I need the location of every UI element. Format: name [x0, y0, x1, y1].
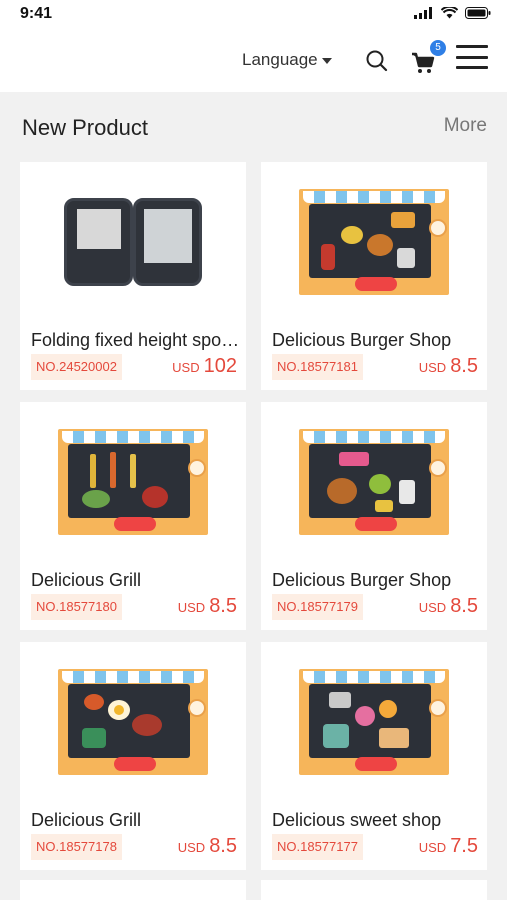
product-sku: NO.18577177: [272, 834, 363, 860]
toy-box-image: [299, 429, 449, 535]
toy-box-image: [58, 669, 208, 775]
product-name: Folding fixed height sports gloss oil ma…: [31, 330, 241, 350]
language-selector[interactable]: Language: [242, 50, 332, 70]
product-price: USD 102: [172, 355, 237, 378]
status-time: 9:41: [20, 5, 53, 22]
search-button[interactable]: [364, 48, 390, 74]
price-currency: USD: [177, 600, 206, 615]
product-card[interactable]: Delicious Grill NO.18577180 USD 8.5: [20, 402, 246, 630]
product-sku: NO.24520002: [31, 354, 122, 380]
product-name: Delicious sweet shop: [272, 810, 442, 830]
price-currency: USD: [418, 360, 447, 375]
status-icons: [414, 7, 491, 19]
product-sku: NO.18577181: [272, 354, 363, 380]
product-sku: NO.18577180: [31, 594, 122, 620]
product-image: [20, 402, 246, 562]
product-image: [20, 642, 246, 802]
product-image: [20, 162, 246, 322]
product-card[interactable]: Folding fixed height sports gloss oil ma…: [20, 162, 246, 390]
section-title: New Product: [22, 115, 148, 140]
product-name: Delicious Burger Shop: [272, 570, 452, 590]
status-bar: 9:41: [0, 0, 507, 28]
product-price: USD 7.5: [419, 835, 478, 858]
menu-line: [456, 55, 488, 59]
wifi-icon: [441, 7, 458, 19]
product-card[interactable]: [261, 880, 487, 900]
price-value: 8.5: [209, 595, 237, 617]
price-currency: USD: [177, 840, 206, 855]
price-currency: USD: [418, 600, 447, 615]
product-price: USD 8.5: [178, 835, 237, 858]
product-price: USD 8.5: [419, 595, 478, 618]
menu-button[interactable]: [456, 43, 488, 71]
top-header: Language 5: [0, 28, 507, 92]
price-currency: USD: [418, 840, 447, 855]
product-card[interactable]: [20, 880, 246, 900]
more-link[interactable]: More: [444, 115, 487, 137]
product-card[interactable]: Delicious Grill NO.18577178 USD 8.5: [20, 642, 246, 870]
menu-line: [456, 45, 488, 48]
price-value: 102: [203, 355, 237, 377]
price-value: 8.5: [209, 835, 237, 857]
toy-box-image: [299, 189, 449, 295]
product-image: [261, 642, 487, 802]
product-card[interactable]: Delicious Burger Shop NO.18577181 USD 8.5: [261, 162, 487, 390]
briefcase-image: [64, 198, 202, 286]
product-name: Delicious Burger Shop: [272, 330, 452, 350]
price-value: 7.5: [450, 835, 478, 857]
product-sku: NO.18577179: [272, 594, 363, 620]
price-value: 8.5: [450, 595, 478, 617]
product-name: Delicious Grill: [31, 810, 142, 830]
price-currency: USD: [172, 360, 200, 375]
caret-down-icon: [321, 57, 332, 64]
price-value: 8.5: [450, 355, 478, 377]
toy-box-image: [58, 429, 208, 535]
product-image: [261, 402, 487, 562]
search-icon: [366, 50, 388, 72]
cart-count-badge: 5: [430, 40, 446, 56]
signal-icon: [414, 7, 432, 19]
product-name: Delicious Grill: [31, 570, 142, 590]
toy-box-image: [299, 669, 449, 775]
product-price: USD 8.5: [419, 355, 478, 378]
product-sku: NO.18577178: [31, 834, 122, 860]
product-price: USD 8.5: [178, 595, 237, 618]
menu-line: [456, 66, 488, 69]
product-card[interactable]: Delicious Burger Shop NO.18577179 USD 8.5: [261, 402, 487, 630]
language-label: Language: [242, 50, 318, 69]
cart-button[interactable]: 5: [410, 40, 446, 74]
battery-icon: [465, 7, 491, 19]
product-image: [261, 162, 487, 322]
product-card[interactable]: Delicious sweet shop NO.18577177 USD 7.5: [261, 642, 487, 870]
